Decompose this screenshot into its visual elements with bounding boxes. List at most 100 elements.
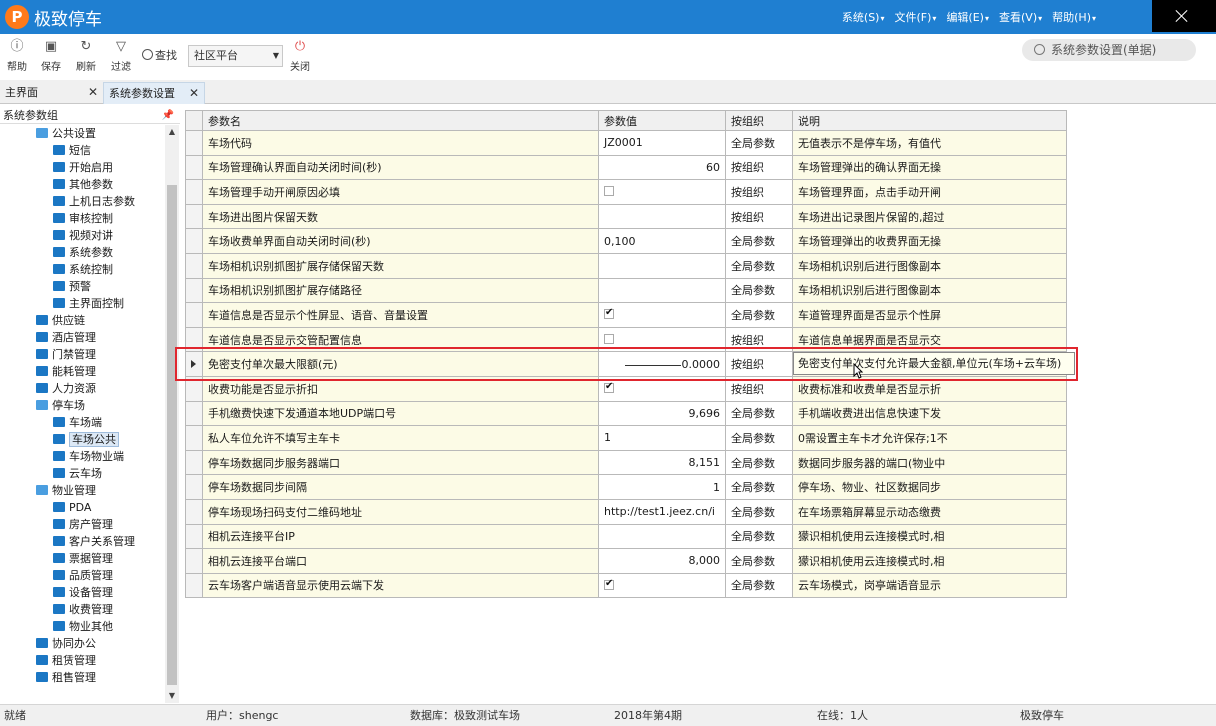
param-desc-cell[interactable]: 云车场模式，岗亭端语音显示	[791, 572, 1068, 599]
grid-row[interactable]: 车场管理确认界面自动关闭时间(秒) 60 按组织 车场管理弹出的确认界面无操	[185, 154, 1068, 181]
row-indicator-cell[interactable]	[185, 203, 203, 230]
row-indicator-cell[interactable]	[185, 228, 203, 254]
param-name-cell[interactable]: 停车场现场扫码支付二维码地址	[202, 498, 599, 525]
tree-node[interactable]: 上机日志参数	[53, 193, 135, 210]
param-desc-cell[interactable]: 车场管理弹出的收费界面无操	[791, 228, 1068, 254]
param-value-cell[interactable]: JZ0001	[598, 130, 726, 156]
menu-edit[interactable]: 编辑(E)	[946, 9, 989, 25]
tree-node[interactable]: 能耗管理	[36, 363, 96, 380]
grid-row[interactable]: 私人车位允许不填写主车卡 1 全局参数 0需设置主车卡才允许保存;1不	[185, 425, 1068, 451]
tree-node[interactable]: 公共设置	[36, 125, 96, 142]
param-name-cell[interactable]: 车场相机识别抓图扩展存储路径	[202, 277, 599, 304]
checkbox-unchecked[interactable]	[604, 334, 614, 345]
filter-button[interactable]: ▽ 过滤	[106, 38, 136, 73]
param-value-cell[interactable]	[598, 523, 726, 550]
param-org-cell[interactable]: 按组织	[725, 179, 793, 205]
checkbox-checked[interactable]	[604, 381, 614, 394]
param-value-cell[interactable]: 9,696	[598, 400, 726, 427]
tree-node[interactable]: 其他参数	[53, 176, 113, 193]
tree-scrollbar[interactable]: ▲ ▼	[165, 125, 179, 703]
grid-row[interactable]: 车场进出图片保留天数 按组织 车场进出记录图片保留的,超过	[185, 203, 1068, 230]
grid-row[interactable]: 车场相机识别抓图扩展存储保留天数 全局参数 车场相机识别后进行图像副本	[185, 252, 1068, 279]
tree-node[interactable]: 物业其他	[53, 618, 113, 635]
menu-help[interactable]: 帮助(H)	[1052, 9, 1096, 25]
param-name-cell[interactable]: 车场进出图片保留天数	[202, 203, 599, 230]
param-org-cell[interactable]: 全局参数	[725, 130, 793, 156]
tab-close-icon[interactable]: ✕	[189, 83, 199, 104]
tree-node[interactable]: 门禁管理	[36, 346, 96, 363]
param-value-cell[interactable]: 60	[598, 154, 726, 181]
grid-row[interactable]: 车场相机识别抓图扩展存储路径 全局参数 车场相机识别后进行图像副本	[185, 277, 1068, 304]
param-desc-cell[interactable]: 停车场、物业、社区数据同步	[791, 474, 1068, 500]
row-indicator-cell[interactable]	[185, 449, 203, 476]
find-button[interactable]: 查找	[142, 47, 177, 63]
menu-view[interactable]: 查看(V)	[999, 9, 1042, 25]
param-value-cell[interactable]	[598, 302, 726, 328]
param-name-cell[interactable]: 停车场数据同步服务器端口	[202, 449, 599, 476]
param-value-cell[interactable]	[598, 203, 726, 230]
scroll-down-icon[interactable]: ▼	[165, 689, 179, 703]
param-name-cell[interactable]: 车场代码	[202, 130, 599, 156]
checkbox-checked[interactable]	[604, 307, 614, 320]
menu-system[interactable]: 系统(S)	[842, 9, 885, 25]
tree-node[interactable]: 设备管理	[53, 584, 113, 601]
tree-node[interactable]: 短信	[53, 142, 91, 159]
param-org-cell[interactable]: 按组织	[725, 326, 793, 353]
param-desc-cell[interactable]: 车场管理弹出的确认界面无操	[791, 154, 1068, 181]
param-value-cell[interactable]: http://test1.jeez.cn/i	[598, 498, 726, 525]
menu-file[interactable]: 文件(F)	[895, 9, 937, 25]
scope-select[interactable]: 社区平台 ▼	[188, 45, 283, 67]
param-name-cell[interactable]: 车场收费单界面自动关闭时间(秒)	[202, 228, 599, 254]
close-button[interactable]: ⏻ 关闭	[285, 38, 315, 73]
param-desc-cell[interactable]: 在车场票箱屏幕显示动态缴费	[791, 498, 1068, 525]
row-indicator-cell[interactable]	[185, 130, 203, 156]
tree-node[interactable]: 车场端	[53, 414, 102, 431]
param-value-cell[interactable]: 0,100	[598, 228, 726, 254]
param-org-cell[interactable]: 全局参数	[725, 425, 793, 451]
grid-row[interactable]: 收费功能是否显示折扣 按组织收费标准和收费单是否显示折	[185, 375, 1068, 402]
tree-node[interactable]: 车场物业端	[53, 448, 124, 465]
param-name-cell[interactable]: 车场管理手动开闸原因必填	[202, 179, 599, 205]
row-indicator-cell[interactable]	[185, 523, 203, 550]
grid-row[interactable]: 手机缴费快速下发通道本地UDP端口号 9,696 全局参数 手机端收费进出信息快速下发	[185, 400, 1068, 427]
param-name-cell[interactable]: 车道信息是否显示个性屏显、语音、音量设置	[202, 302, 599, 328]
row-indicator-cell[interactable]	[185, 548, 203, 574]
save-button[interactable]: ▣ 保存	[36, 38, 66, 73]
tab-main[interactable]: 主界面 ✕	[0, 82, 103, 104]
param-desc-cell[interactable]: 收费标准和收费单是否显示折	[791, 375, 1068, 402]
grid-row[interactable]: 停车场现场扫码支付二维码地址 http://test1.jeez.cn/i 全局参数…	[185, 498, 1068, 525]
param-name-cell[interactable]: 相机云连接平台IP	[202, 523, 599, 550]
param-name-cell[interactable]: 收费功能是否显示折扣	[202, 375, 599, 402]
tree-node[interactable]: 开始启用	[53, 159, 113, 176]
tab-system-params[interactable]: 系统参数设置 ✕	[103, 82, 205, 104]
param-desc-cell[interactable]: 手机端收费进出信息快速下发	[791, 400, 1068, 427]
param-name-cell[interactable]: 云车场客户端语音显示使用云端下发	[202, 572, 599, 599]
row-indicator-cell[interactable]	[185, 252, 203, 279]
checkbox-unchecked[interactable]	[604, 186, 614, 197]
param-value-cell[interactable]: 8,000	[598, 548, 726, 574]
param-desc-cell[interactable]: 獴识相机使用云连接模式时,相	[791, 548, 1068, 574]
param-name-cell[interactable]: 车场相机识别抓图扩展存储保留天数	[202, 252, 599, 279]
column-header[interactable]: 参数名	[202, 110, 599, 131]
param-value-cell[interactable]: 1	[598, 425, 726, 451]
row-indicator-cell[interactable]	[185, 351, 203, 377]
param-org-cell[interactable]: 全局参数	[725, 498, 793, 525]
checkbox-checked[interactable]	[604, 578, 614, 590]
param-value-cell[interactable]	[598, 326, 726, 353]
param-org-cell[interactable]: 按组织	[725, 351, 793, 377]
row-indicator-cell[interactable]	[185, 400, 203, 427]
tree-node[interactable]: 车场公共	[53, 431, 119, 448]
grid-row[interactable]: 车道信息是否显示交管配置信息 按组织 车道信息单据界面是否显示交	[185, 326, 1068, 353]
tree-node[interactable]: PDA	[53, 499, 91, 516]
tree-node[interactable]: 收费管理	[53, 601, 113, 618]
param-value-cell[interactable]	[598, 572, 726, 599]
param-name-cell[interactable]: 车场管理确认界面自动关闭时间(秒)	[202, 154, 599, 181]
row-indicator-cell[interactable]	[185, 326, 203, 353]
row-indicator-cell[interactable]	[185, 302, 203, 328]
tree-node[interactable]: 人力资源	[36, 380, 96, 397]
grid-row[interactable]: 停车场数据同步间隔 1 全局参数 停车场、物业、社区数据同步	[185, 474, 1068, 500]
param-org-cell[interactable]: 全局参数	[725, 572, 793, 599]
row-indicator-cell[interactable]	[185, 179, 203, 205]
row-indicator-cell[interactable]	[185, 425, 203, 451]
param-desc-cell[interactable]: 数据同步服务器的端口(物业中	[791, 449, 1068, 476]
